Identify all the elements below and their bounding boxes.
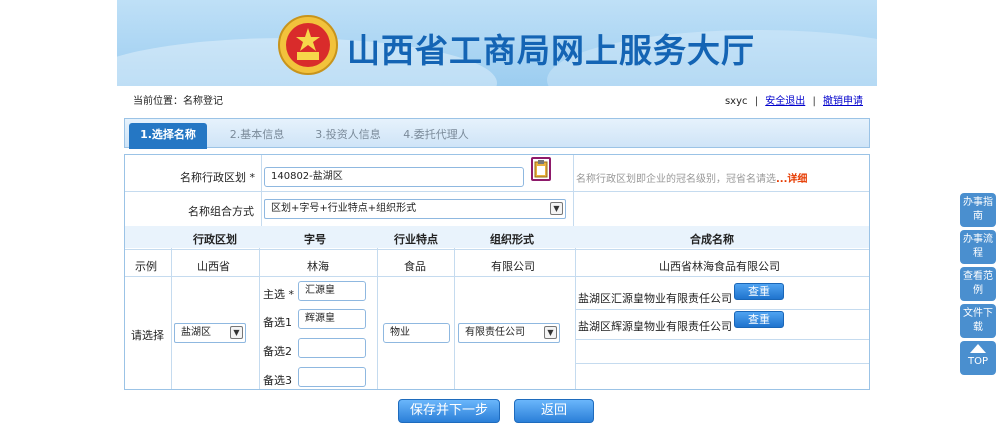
header-fullname: 合成名称 — [690, 233, 734, 246]
example-fullname: 山西省林海食品有限公司 — [659, 260, 780, 273]
example-label: 示例 — [135, 260, 157, 273]
arrow-up-icon — [970, 344, 986, 353]
step-tabs: 1.选择名称 2.基本信息 3.投资人信息 4.委托代理人 — [124, 118, 870, 149]
combo-select[interactable]: 区划+字号+行业特点+组织形式 ▼ — [264, 199, 566, 219]
main-label: 主选 * — [263, 288, 294, 301]
tab-basic-info[interactable]: 2.基本信息 — [217, 123, 297, 149]
header-industry: 行业特点 — [394, 233, 438, 246]
region-select[interactable]: 盐湖区 ▼ — [174, 323, 246, 343]
withdraw-link[interactable]: 撤销申请 — [823, 96, 863, 107]
region-hint: 名称行政区划即企业的冠名级别，冠省名请选...详细 — [576, 174, 808, 185]
tab-agent[interactable]: 4.委托代理人 — [393, 123, 479, 149]
example-tradename: 林海 — [307, 260, 329, 273]
breadcrumb: 当前位置：名称登记 — [133, 96, 223, 107]
tab-investor-info[interactable]: 3.投资人信息 — [305, 123, 391, 149]
region-label: 名称行政区划 * — [180, 171, 255, 184]
org-select[interactable]: 有限责任公司 ▼ — [458, 323, 560, 343]
username: sxyc — [724, 96, 748, 107]
site-title: 山西省工商局网上服务大厅 — [347, 31, 755, 70]
sidebar-top[interactable]: TOP — [960, 341, 996, 375]
sidebar-guide[interactable]: 办事指南 — [960, 193, 996, 227]
chevron-down-icon: ▼ — [230, 326, 243, 339]
choose-label: 请选择 — [131, 329, 164, 342]
user-bar: sxyc | 安全退出 | 撤销申请 — [724, 96, 863, 107]
clipboard-icon[interactable] — [531, 157, 551, 181]
check-duplicate-button-2[interactable]: 查重 — [734, 311, 784, 328]
header-tradename: 字号 — [304, 233, 326, 246]
example-region: 山西省 — [197, 260, 230, 273]
region-input[interactable]: 140802-盐湖区 — [264, 167, 524, 187]
alt1-label: 备选1 — [263, 316, 292, 329]
alt1-name-input[interactable]: 辉源皇 — [298, 309, 366, 329]
chevron-down-icon: ▼ — [544, 326, 557, 339]
sidebar-download[interactable]: 文件下载 — [960, 304, 996, 338]
example-industry: 食品 — [404, 260, 426, 273]
header-banner: 山西省工商局网上服务大厅 — [117, 0, 877, 86]
chevron-down-icon: ▼ — [550, 202, 563, 215]
sidebar-examples[interactable]: 查看范例 — [960, 267, 996, 301]
check-duplicate-button-1[interactable]: 查重 — [734, 283, 784, 300]
back-button[interactable]: 返回 — [514, 399, 594, 423]
alt3-name-input[interactable] — [298, 367, 366, 387]
header-org: 组织形式 — [490, 233, 534, 246]
top-bar: 当前位置：名称登记 sxyc | 安全退出 | 撤销申请 — [117, 86, 877, 110]
example-org: 有限公司 — [491, 260, 535, 273]
combo-label: 名称组合方式 — [188, 205, 254, 218]
result-name-1: 盐湖区汇源皇物业有限责任公司 — [578, 292, 732, 305]
tab-select-name[interactable]: 1.选择名称 — [129, 123, 207, 149]
result-name-2: 盐湖区辉源皇物业有限责任公司 — [578, 320, 732, 333]
hint-detail-link[interactable]: ...详细 — [776, 174, 807, 185]
header-region: 行政区划 — [193, 233, 237, 246]
national-emblem-icon — [278, 15, 338, 75]
sidebar-process[interactable]: 办事流程 — [960, 230, 996, 264]
save-next-button[interactable]: 保存并下一步 — [398, 399, 500, 423]
alt2-name-input[interactable] — [298, 338, 366, 358]
industry-input[interactable]: 物业 — [383, 323, 450, 343]
logout-link[interactable]: 安全退出 — [765, 96, 805, 107]
alt3-label: 备选3 — [263, 374, 292, 387]
main-name-input[interactable]: 汇源皇 — [298, 281, 366, 301]
alt2-label: 备选2 — [263, 345, 292, 358]
